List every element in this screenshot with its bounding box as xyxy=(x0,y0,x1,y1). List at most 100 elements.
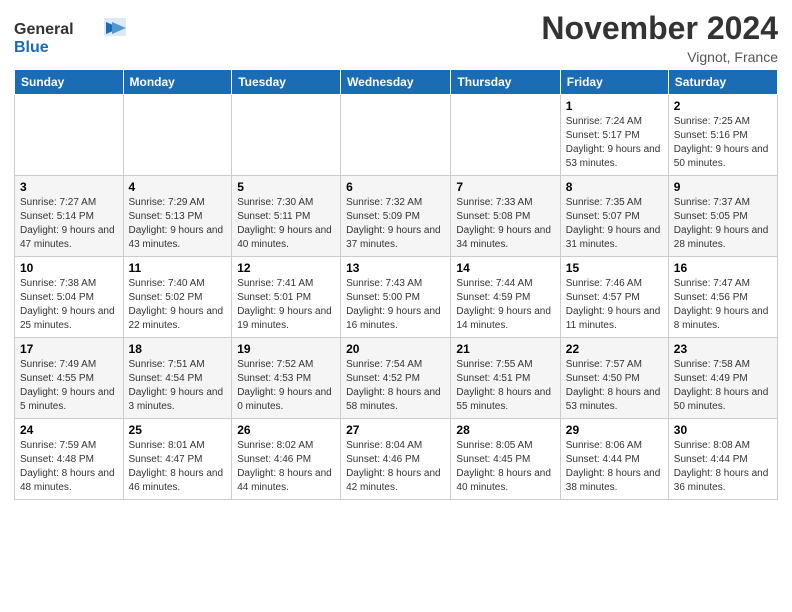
calendar-table: Sunday Monday Tuesday Wednesday Thursday… xyxy=(14,69,778,500)
week-row-1: 3Sunrise: 7:27 AMSunset: 5:14 PMDaylight… xyxy=(15,176,778,257)
header-monday: Monday xyxy=(123,70,232,95)
logo-text-block: General Blue xyxy=(14,14,134,63)
weekday-header-row: Sunday Monday Tuesday Wednesday Thursday… xyxy=(15,70,778,95)
day-number: 13 xyxy=(346,261,445,275)
cell-0-2 xyxy=(232,95,341,176)
day-info: Sunrise: 7:25 AMSunset: 5:16 PMDaylight:… xyxy=(674,115,772,171)
day-number: 20 xyxy=(346,342,445,356)
day-number: 9 xyxy=(674,180,772,194)
cell-0-3 xyxy=(341,95,451,176)
svg-text:Blue: Blue xyxy=(14,39,49,56)
header: General Blue November 2024 Vignot, Franc… xyxy=(14,10,778,65)
day-info: Sunrise: 7:30 AMSunset: 5:11 PMDaylight:… xyxy=(237,196,335,252)
cell-0-4 xyxy=(451,95,560,176)
logo: General Blue xyxy=(14,14,134,63)
day-info: Sunrise: 7:33 AMSunset: 5:08 PMDaylight:… xyxy=(456,196,554,252)
day-number: 2 xyxy=(674,99,772,113)
cell-3-2: 19Sunrise: 7:52 AMSunset: 4:53 PMDayligh… xyxy=(232,338,341,419)
cell-3-1: 18Sunrise: 7:51 AMSunset: 4:54 PMDayligh… xyxy=(123,338,232,419)
cell-2-5: 15Sunrise: 7:46 AMSunset: 4:57 PMDayligh… xyxy=(560,257,668,338)
day-info: Sunrise: 7:38 AMSunset: 5:04 PMDaylight:… xyxy=(20,277,118,333)
day-info: Sunrise: 7:58 AMSunset: 4:49 PMDaylight:… xyxy=(674,358,772,414)
cell-0-0 xyxy=(15,95,124,176)
day-number: 15 xyxy=(566,261,663,275)
header-sunday: Sunday xyxy=(15,70,124,95)
cell-4-3: 27 Sunrise: 8:04 AMSunset: 4:46 PMDayligh… xyxy=(341,419,451,500)
day-number: 21 xyxy=(456,342,554,356)
day-info: Sunrise: 7:32 AMSunset: 5:09 PMDaylight:… xyxy=(346,196,445,252)
day-number: 6 xyxy=(346,180,445,194)
day-number: 4 xyxy=(129,180,227,194)
header-saturday: Saturday xyxy=(668,70,777,95)
day-info: Sunrise: 7:52 AMSunset: 4:53 PMDaylight:… xyxy=(237,358,335,414)
week-row-3: 17 Sunrise: 7:49 AMSunset: 4:55 PMDayligh… xyxy=(15,338,778,419)
cell-3-6: 23 Sunrise: 7:58 AMSunset: 4:49 PMDayligh… xyxy=(668,338,777,419)
day-number: 14 xyxy=(456,261,554,275)
day-number: 30 xyxy=(674,423,772,437)
cell-4-6: 30Sunrise: 8:08 AMSunset: 4:44 PMDayligh… xyxy=(668,419,777,500)
day-number: 7 xyxy=(456,180,554,194)
day-info: Sunrise: 7:43 AMSunset: 5:00 PMDaylight:… xyxy=(346,277,445,333)
day-info: Sunrise: 8:01 AMSunset: 4:47 PMDaylight:… xyxy=(129,439,227,495)
cell-2-6: 16 Sunrise: 7:47 AMSunset: 4:56 PMDayligh… xyxy=(668,257,777,338)
header-friday: Friday xyxy=(560,70,668,95)
day-info: Sunrise: 7:54 AMSunset: 4:52 PMDaylight:… xyxy=(346,358,445,414)
cell-2-4: 14 Sunrise: 7:44 AMSunset: 4:59 PMDayligh… xyxy=(451,257,560,338)
cell-3-4: 21Sunrise: 7:55 AMSunset: 4:51 PMDayligh… xyxy=(451,338,560,419)
day-info: Sunrise: 7:35 AMSunset: 5:07 PMDaylight:… xyxy=(566,196,663,252)
header-thursday: Thursday xyxy=(451,70,560,95)
day-info: Sunrise: 8:06 AMSunset: 4:44 PMDaylight:… xyxy=(566,439,663,495)
cell-1-5: 8 Sunrise: 7:35 AMSunset: 5:07 PMDaylight… xyxy=(560,176,668,257)
day-info: Sunrise: 8:04 AMSunset: 4:46 PMDaylight:… xyxy=(346,439,445,495)
day-number: 17 xyxy=(20,342,118,356)
day-info: Sunrise: 7:59 AMSunset: 4:48 PMDaylight:… xyxy=(20,439,118,495)
cell-1-6: 9 Sunrise: 7:37 AMSunset: 5:05 PMDaylight… xyxy=(668,176,777,257)
day-info: Sunrise: 7:24 AMSunset: 5:17 PMDaylight:… xyxy=(566,115,663,171)
cell-4-5: 29 Sunrise: 8:06 AMSunset: 4:44 PMDayligh… xyxy=(560,419,668,500)
page: General Blue November 2024 Vignot, Franc… xyxy=(0,0,792,510)
day-info: Sunrise: 7:27 AMSunset: 5:14 PMDaylight:… xyxy=(20,196,118,252)
week-row-4: 24Sunrise: 7:59 AMSunset: 4:48 PMDayligh… xyxy=(15,419,778,500)
day-info: Sunrise: 7:44 AMSunset: 4:59 PMDaylight:… xyxy=(456,277,554,333)
cell-1-1: 4Sunrise: 7:29 AMSunset: 5:13 PMDaylight… xyxy=(123,176,232,257)
day-number: 10 xyxy=(20,261,118,275)
cell-1-4: 7 Sunrise: 7:33 AMSunset: 5:08 PMDaylight… xyxy=(451,176,560,257)
day-number: 12 xyxy=(237,261,335,275)
day-info: Sunrise: 7:49 AMSunset: 4:55 PMDaylight:… xyxy=(20,358,118,414)
cell-2-2: 12 Sunrise: 7:41 AMSunset: 5:01 PMDayligh… xyxy=(232,257,341,338)
cell-1-2: 5Sunrise: 7:30 AMSunset: 5:11 PMDaylight… xyxy=(232,176,341,257)
day-info: Sunrise: 7:40 AMSunset: 5:02 PMDaylight:… xyxy=(129,277,227,333)
day-info: Sunrise: 8:05 AMSunset: 4:45 PMDaylight:… xyxy=(456,439,554,495)
cell-2-3: 13 Sunrise: 7:43 AMSunset: 5:00 PMDayligh… xyxy=(341,257,451,338)
cell-2-0: 10 Sunrise: 7:38 AMSunset: 5:04 PMDayligh… xyxy=(15,257,124,338)
header-wednesday: Wednesday xyxy=(341,70,451,95)
title-block: November 2024 Vignot, France xyxy=(541,10,778,65)
header-tuesday: Tuesday xyxy=(232,70,341,95)
cell-0-5: 1Sunrise: 7:24 AMSunset: 5:17 PMDaylight… xyxy=(560,95,668,176)
cell-3-3: 20 Sunrise: 7:54 AMSunset: 4:52 PMDayligh… xyxy=(341,338,451,419)
day-info: Sunrise: 7:57 AMSunset: 4:50 PMDaylight:… xyxy=(566,358,663,414)
cell-3-0: 17 Sunrise: 7:49 AMSunset: 4:55 PMDayligh… xyxy=(15,338,124,419)
day-info: Sunrise: 7:37 AMSunset: 5:05 PMDaylight:… xyxy=(674,196,772,252)
day-number: 27 xyxy=(346,423,445,437)
svg-text:General: General xyxy=(14,21,74,38)
day-number: 22 xyxy=(566,342,663,356)
cell-4-0: 24Sunrise: 7:59 AMSunset: 4:48 PMDayligh… xyxy=(15,419,124,500)
cell-2-1: 11 Sunrise: 7:40 AMSunset: 5:02 PMDayligh… xyxy=(123,257,232,338)
day-number: 25 xyxy=(129,423,227,437)
day-number: 11 xyxy=(129,261,227,275)
day-number: 29 xyxy=(566,423,663,437)
day-info: Sunrise: 7:41 AMSunset: 5:01 PMDaylight:… xyxy=(237,277,335,333)
day-number: 8 xyxy=(566,180,663,194)
day-info: Sunrise: 7:51 AMSunset: 4:54 PMDaylight:… xyxy=(129,358,227,414)
logo-svg: General Blue xyxy=(14,14,134,58)
cell-4-2: 26Sunrise: 8:02 AMSunset: 4:46 PMDayligh… xyxy=(232,419,341,500)
cell-4-4: 28 Sunrise: 8:05 AMSunset: 4:45 PMDayligh… xyxy=(451,419,560,500)
day-number: 23 xyxy=(674,342,772,356)
day-number: 28 xyxy=(456,423,554,437)
cell-0-1 xyxy=(123,95,232,176)
day-info: Sunrise: 7:47 AMSunset: 4:56 PMDaylight:… xyxy=(674,277,772,333)
cell-4-1: 25 Sunrise: 8:01 AMSunset: 4:47 PMDayligh… xyxy=(123,419,232,500)
cell-1-3: 6 Sunrise: 7:32 AMSunset: 5:09 PMDaylight… xyxy=(341,176,451,257)
day-number: 16 xyxy=(674,261,772,275)
